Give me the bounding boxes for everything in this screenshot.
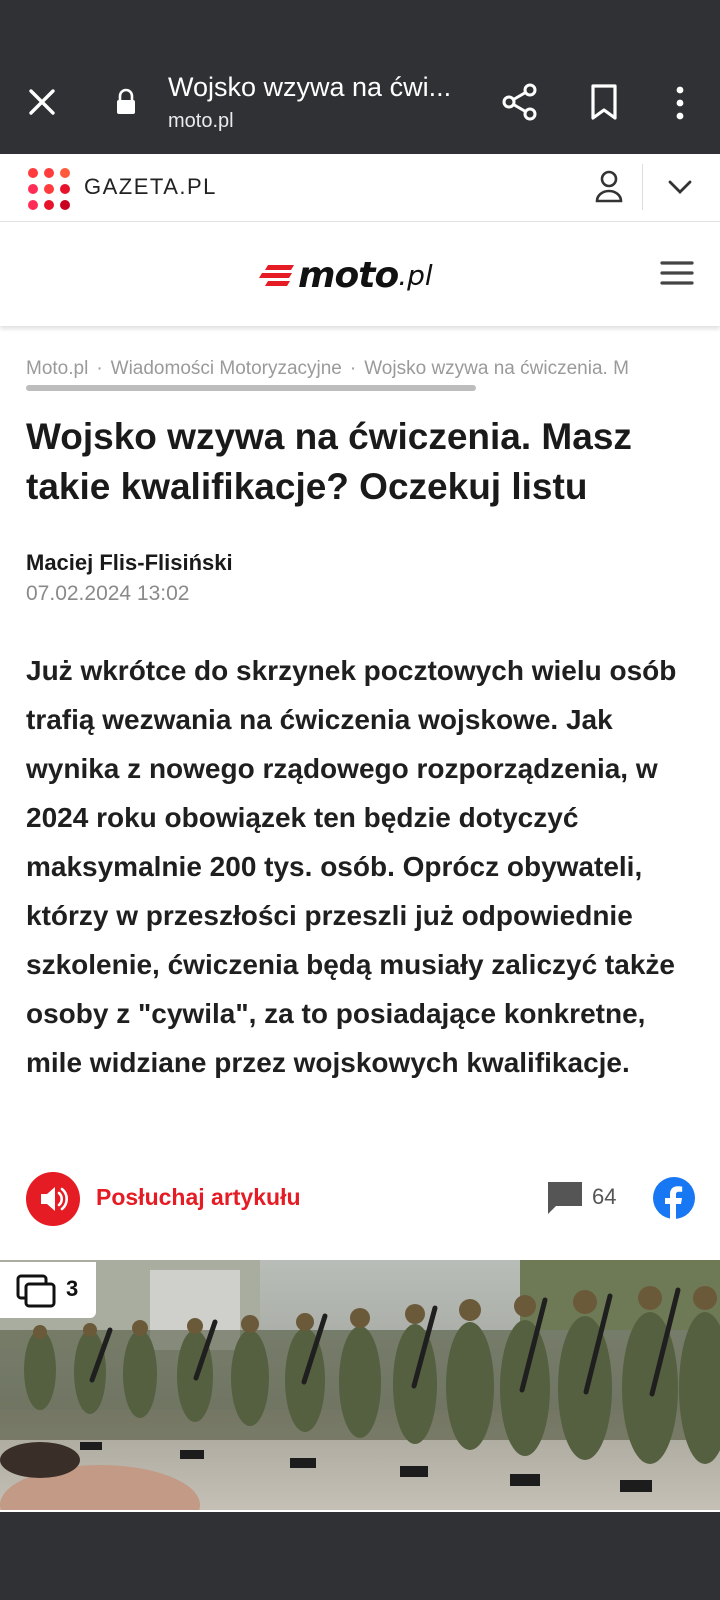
moto-logo[interactable]: moto .pl <box>258 252 433 298</box>
gazeta-bar: GAZETA.PL <box>0 154 720 222</box>
share-icon[interactable] <box>500 82 540 122</box>
hamburger-menu-icon[interactable] <box>660 258 694 288</box>
moto-logo-stripes-icon <box>259 265 294 286</box>
close-icon[interactable] <box>22 82 62 122</box>
more-vert-icon[interactable] <box>668 84 692 124</box>
moto-logo-tld: .pl <box>398 258 433 292</box>
speaker-icon <box>41 1187 68 1211</box>
user-icon[interactable] <box>594 168 624 204</box>
system-navigation-bar <box>0 1512 720 1600</box>
facebook-icon[interactable] <box>652 1176 696 1220</box>
breadcrumb: Moto.pl · Wiadomości Motoryzacyjne · Wojsko … <box>26 358 694 386</box>
gazeta-logo-text[interactable]: GAZETA.PL <box>84 174 217 200</box>
comment-icon[interactable] <box>546 1180 584 1216</box>
article-lead: Już wkrótce do skrzynek pocztowych wielu… <box>26 655 677 1078</box>
article-title: Wojsko wzywa na ćwiczenia. Masz takie kw… <box>26 416 632 507</box>
divider <box>642 164 643 210</box>
article-main-photo[interactable] <box>0 1260 720 1510</box>
gallery-icon <box>16 1274 56 1308</box>
listen-label[interactable]: Posłuchaj artykułu <box>96 1184 301 1211</box>
breadcrumb-separator: · <box>349 358 357 379</box>
bookmark-icon[interactable] <box>588 82 620 122</box>
comments-count[interactable]: 64 <box>592 1184 616 1210</box>
article-author[interactable]: Maciej Flis-Flisiński <box>26 550 233 576</box>
moto-logo-word: moto <box>298 254 399 296</box>
browser-toolbar: Wojsko wzywa na ćwi... moto.pl <box>0 52 720 154</box>
status-bar <box>0 0 720 52</box>
gallery-count: 3 <box>66 1276 79 1301</box>
breadcrumb-scrollbar[interactable] <box>26 385 476 391</box>
url-text[interactable]: moto.pl <box>168 110 234 133</box>
breadcrumb-item-news[interactable]: Wiadomości Motoryzacyjne <box>111 358 342 379</box>
tab-title[interactable]: Wojsko wzywa na ćwi... <box>168 72 468 103</box>
chevron-down-icon[interactable] <box>666 174 694 200</box>
article-date: 07.02.2024 13:02 <box>26 582 190 605</box>
breadcrumb-separator: · <box>96 358 103 379</box>
gazeta-logo-icon[interactable] <box>26 166 72 212</box>
soldiers-parade-image <box>0 1260 720 1510</box>
gallery-badge[interactable]: 3 <box>0 1262 96 1318</box>
listen-button[interactable] <box>26 1172 80 1226</box>
breadcrumb-item-home[interactable]: Moto.pl <box>26 358 88 379</box>
site-header: moto .pl <box>0 222 720 326</box>
breadcrumb-item-current: Wojsko wzywa na ćwiczenia. M <box>364 358 629 379</box>
breadcrumb-fade <box>634 358 694 386</box>
lock-icon <box>117 88 135 114</box>
